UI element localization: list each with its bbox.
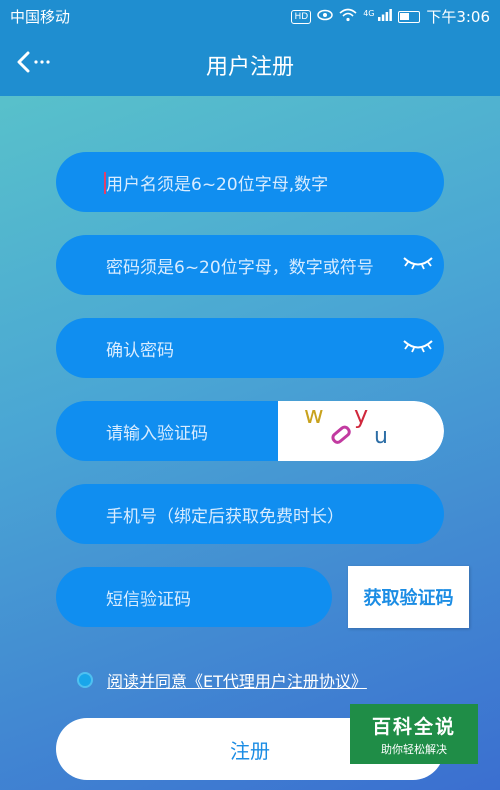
captcha-placeholder: 请输入验证码 bbox=[106, 423, 208, 444]
sms-code-field[interactable]: 短信验证码 bbox=[56, 567, 332, 627]
get-code-button[interactable]: 获取验证码 bbox=[348, 566, 469, 628]
back-arrow-icon[interactable] bbox=[16, 51, 52, 78]
battery-icon bbox=[398, 10, 421, 23]
network-type: 4G bbox=[363, 9, 375, 18]
status-icons: HD 4G 下午3:06 bbox=[291, 6, 490, 27]
username-placeholder: 用户名须是6~20位字母,数字 bbox=[106, 174, 329, 195]
watermark-subtitle: 助你轻松解决 bbox=[381, 742, 447, 756]
captcha-char-3: u bbox=[374, 424, 388, 449]
phone-field[interactable]: 手机号（绑定后获取免费时长） bbox=[56, 484, 444, 544]
eye-closed-icon[interactable] bbox=[402, 336, 434, 359]
eye-status-icon bbox=[317, 9, 333, 24]
signal-icon: 4G bbox=[363, 9, 393, 24]
agreement-row: 阅读并同意《ET代理用户注册协议》 bbox=[77, 668, 367, 692]
username-field[interactable]: 用户名须是6~20位字母,数字 bbox=[56, 152, 444, 212]
sms-placeholder: 短信验证码 bbox=[106, 589, 191, 610]
wifi-icon bbox=[339, 8, 357, 25]
page-title: 用户注册 bbox=[205, 54, 294, 80]
phone-placeholder: 手机号（绑定后获取免费时长） bbox=[106, 506, 344, 527]
text-cursor bbox=[104, 172, 106, 194]
captcha-char-2: y bbox=[354, 401, 368, 429]
password-placeholder: 密码须是6~20位字母，数字或符号 bbox=[106, 257, 374, 278]
app-bar: 用户注册 bbox=[0, 33, 500, 96]
confirm-password-field[interactable]: 确认密码 bbox=[56, 318, 444, 378]
password-field[interactable]: 密码须是6~20位字母，数字或符号 bbox=[56, 235, 444, 295]
captcha-char-1: w bbox=[304, 401, 324, 429]
eye-closed-icon[interactable] bbox=[402, 253, 434, 276]
status-bar: 中国移动 HD 4G 下午3:06 bbox=[0, 0, 500, 33]
agreement-radio[interactable] bbox=[77, 672, 93, 688]
confirm-placeholder: 确认密码 bbox=[106, 340, 174, 361]
carrier-name: 中国移动 bbox=[10, 8, 71, 26]
captcha-image[interactable]: w y u bbox=[278, 401, 444, 461]
watermark-logo: 百科全说 助你轻松解决 bbox=[350, 704, 478, 764]
hd-badge: HD bbox=[291, 9, 312, 24]
clock: 下午3:06 bbox=[426, 8, 490, 26]
agreement-link[interactable]: 阅读并同意《ET代理用户注册协议》 bbox=[107, 668, 367, 692]
captcha-field[interactable]: 请输入验证码 w y u bbox=[56, 401, 444, 461]
watermark-title: 百科全说 bbox=[371, 715, 456, 738]
